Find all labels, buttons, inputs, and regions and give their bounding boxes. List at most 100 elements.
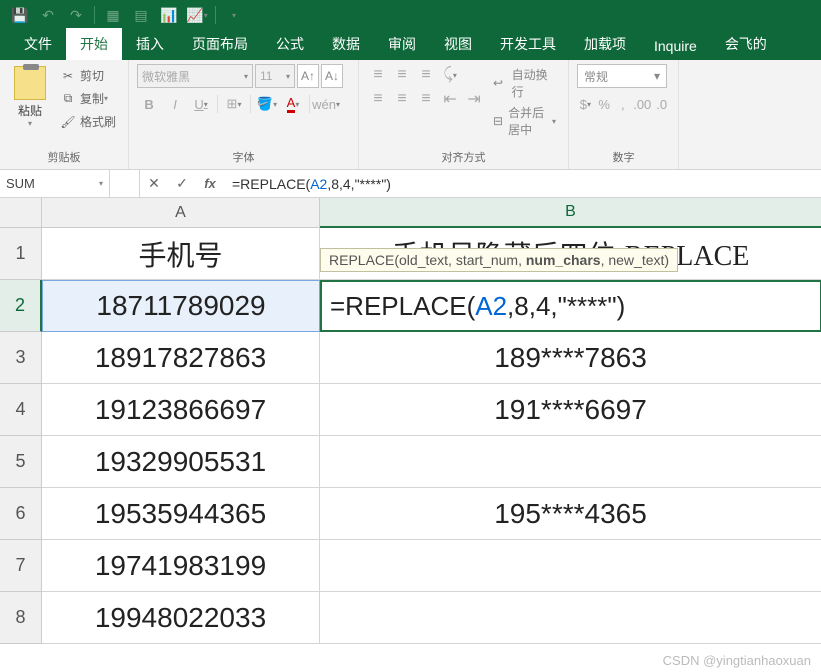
row-header-1[interactable]: 1: [0, 228, 42, 280]
decrease-decimal-button[interactable]: .0: [653, 92, 670, 116]
name-box[interactable]: SUM▾: [0, 170, 110, 197]
tab-inquire[interactable]: Inquire: [640, 32, 711, 60]
row-header-7[interactable]: 7: [0, 540, 42, 592]
font-color-button[interactable]: A▾: [281, 92, 305, 116]
increase-font-button[interactable]: A↑: [297, 64, 319, 88]
cell-B4[interactable]: 191****6697: [320, 384, 821, 436]
tab-page-layout[interactable]: 页面布局: [178, 28, 262, 60]
row-header-3[interactable]: 3: [0, 332, 42, 384]
cell-A8[interactable]: 19948022033: [42, 592, 320, 644]
cell-B7[interactable]: [320, 540, 821, 592]
group-number: 常规▾ $▾ % , .00 .0 数字: [569, 60, 679, 169]
tab-home[interactable]: 开始: [66, 28, 122, 60]
function-tooltip[interactable]: REPLACE(old_text, start_num, num_chars, …: [320, 248, 678, 272]
align-center-button[interactable]: ≡: [391, 88, 413, 110]
tab-addins[interactable]: 加载项: [570, 28, 640, 60]
row-header-8[interactable]: 8: [0, 592, 42, 644]
percent-button[interactable]: %: [596, 92, 613, 116]
cell-A7[interactable]: 19741983199: [42, 540, 320, 592]
cell-A2[interactable]: 18711789029: [42, 280, 320, 332]
qat-new-icon[interactable]: ▦: [101, 3, 125, 27]
align-top-button[interactable]: ≡: [367, 64, 389, 86]
cell-A1[interactable]: 手机号: [42, 228, 320, 280]
group-alignment: ≡ ≡ ≡ ⤹▾ ≡ ≡ ≡ ⇤ ⇥ ↩自动换行 ⊟合并后居中 ▾: [359, 60, 569, 169]
orientation-button[interactable]: ⤹▾: [439, 64, 461, 86]
underline-button[interactable]: U▾: [189, 92, 213, 116]
font-group-label: 字体: [137, 147, 350, 167]
cell-A3[interactable]: 18917827863: [42, 332, 320, 384]
tab-formulas[interactable]: 公式: [262, 28, 318, 60]
insert-function-button[interactable]: fx: [196, 176, 224, 191]
copy-button[interactable]: ⧉复制 ▾: [56, 87, 120, 110]
cell-B2[interactable]: =REPLACE(A2,8,4,"****"): [320, 280, 821, 332]
wrap-icon: ↩: [493, 76, 510, 90]
phonetic-button[interactable]: wén▾: [314, 92, 338, 116]
col-header-B[interactable]: B: [320, 198, 821, 228]
col-header-A[interactable]: A: [42, 198, 320, 228]
row-header-4[interactable]: 4: [0, 384, 42, 436]
align-right-button[interactable]: ≡: [415, 88, 437, 110]
row-header-5[interactable]: 5: [0, 436, 42, 488]
indent-dec-button[interactable]: ⇤: [439, 88, 461, 110]
format-painter-button[interactable]: 🖌格式刷: [56, 110, 120, 133]
formula-bar: SUM▾ ✕ ✓ fx =REPLACE(A2,8,4,"****"): [0, 170, 821, 198]
paste-button[interactable]: 粘贴 ▾: [8, 64, 52, 130]
decrease-font-button[interactable]: A↓: [321, 64, 343, 88]
paste-label: 粘贴: [18, 102, 42, 119]
cell-B6[interactable]: 195****4365: [320, 488, 821, 540]
increase-decimal-button[interactable]: .00: [633, 92, 651, 116]
group-font: 微软雅黑▾ 11▾ A↑ A↓ B I U▾ ⊞▾ 🪣▾ A▾ wén▾ 字体: [129, 60, 359, 169]
align-left-button[interactable]: ≡: [367, 88, 389, 110]
currency-button[interactable]: $▾: [577, 92, 594, 116]
indent-inc-button[interactable]: ⇥: [463, 88, 485, 110]
redo-icon[interactable]: ↷: [64, 3, 88, 27]
select-all-corner[interactable]: [0, 198, 42, 228]
cell-B3[interactable]: 189****7863: [320, 332, 821, 384]
fill-color-button[interactable]: 🪣▾: [255, 92, 279, 116]
comma-button[interactable]: ,: [614, 92, 631, 116]
cut-button[interactable]: ✂剪切: [56, 64, 120, 87]
qat-customize-icon[interactable]: ▾: [222, 3, 246, 27]
brush-icon: 🖌: [60, 114, 76, 130]
enter-formula-button[interactable]: ✓: [168, 175, 196, 192]
quick-access-toolbar: 💾 ↶ ↷ ▦ ▤ 📊 📈▾ ▾: [0, 0, 821, 30]
row-header-6[interactable]: 6: [0, 488, 42, 540]
clipboard-group-label: 剪贴板: [8, 147, 120, 167]
bold-button[interactable]: B: [137, 92, 161, 116]
italic-button[interactable]: I: [163, 92, 187, 116]
align-middle-button[interactable]: ≡: [391, 64, 413, 86]
watermark: CSDN @yingtianhaoxuan: [663, 653, 811, 668]
formula-input[interactable]: =REPLACE(A2,8,4,"****"): [224, 170, 821, 197]
tab-custom[interactable]: 会飞的: [711, 28, 781, 60]
font-name-combo[interactable]: 微软雅黑▾: [137, 64, 253, 88]
scissors-icon: ✂: [60, 68, 76, 84]
tab-insert[interactable]: 插入: [122, 28, 178, 60]
qat-open-icon[interactable]: ▤: [129, 3, 153, 27]
font-size-combo[interactable]: 11▾: [255, 64, 295, 88]
qat-stats-icon[interactable]: 📈▾: [185, 3, 209, 27]
qat-chart-icon[interactable]: 📊: [157, 3, 181, 27]
cell-B8[interactable]: [320, 592, 821, 644]
paste-icon: [14, 66, 46, 100]
cancel-formula-button[interactable]: ✕: [140, 175, 168, 192]
border-button[interactable]: ⊞▾: [222, 92, 246, 116]
undo-icon[interactable]: ↶: [36, 3, 60, 27]
number-format-combo[interactable]: 常规▾: [577, 64, 667, 88]
cell-B5[interactable]: [320, 436, 821, 488]
tab-data[interactable]: 数据: [318, 28, 374, 60]
cell-A5[interactable]: 19329905531: [42, 436, 320, 488]
row-header-2[interactable]: 2: [0, 280, 42, 332]
merge-center-button[interactable]: ⊟合并后居中 ▾: [489, 102, 560, 140]
copy-icon: ⧉: [60, 91, 76, 107]
group-clipboard: 粘贴 ▾ ✂剪切 ⧉复制 ▾ 🖌格式刷 剪贴板: [0, 60, 129, 169]
tab-file[interactable]: 文件: [10, 28, 66, 60]
save-icon[interactable]: 💾: [8, 3, 32, 27]
tab-view[interactable]: 视图: [430, 28, 486, 60]
alignment-group-label: 对齐方式: [367, 147, 560, 167]
tab-developer[interactable]: 开发工具: [486, 28, 570, 60]
wrap-text-button[interactable]: ↩自动换行: [489, 64, 560, 102]
cell-A6[interactable]: 19535944365: [42, 488, 320, 540]
cell-A4[interactable]: 19123866697: [42, 384, 320, 436]
tab-review[interactable]: 审阅: [374, 28, 430, 60]
align-bottom-button[interactable]: ≡: [415, 64, 437, 86]
